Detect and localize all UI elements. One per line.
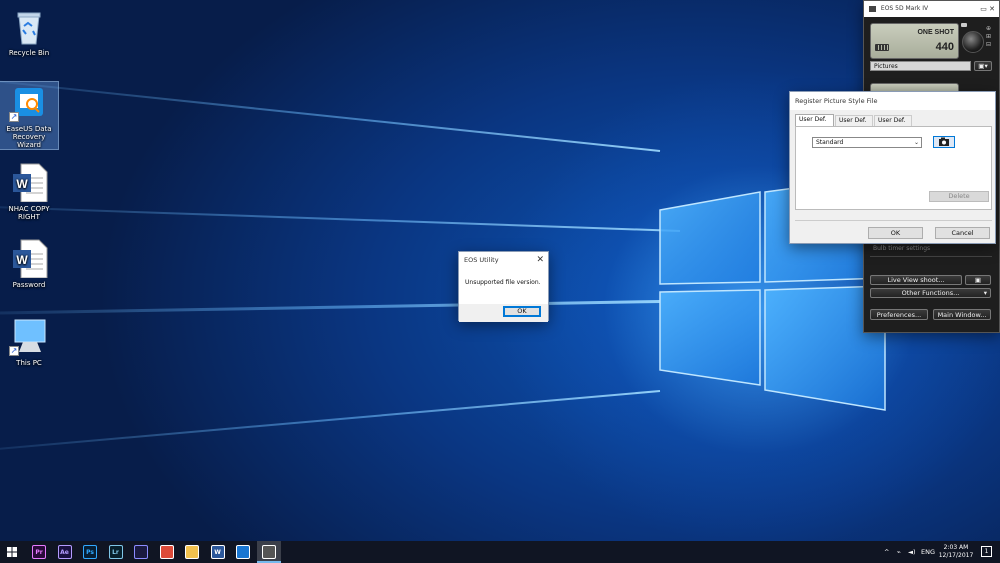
af-mode: ONE SHOT: [917, 29, 954, 36]
chevron-down-icon: ⌄: [913, 139, 919, 146]
camera-settings-icon[interactable]: ▣▾: [974, 61, 992, 71]
camera-lcd: ONE SHOT 440: [870, 23, 959, 59]
dialog-message: Unsupported file version.: [465, 279, 541, 286]
battery-icon: [875, 44, 889, 51]
eos-utility-dialog: EOS Utility ✕ Unsupported file version. …: [458, 251, 549, 322]
dialog-footer: OK: [459, 304, 548, 322]
media-encoder-icon[interactable]: [134, 545, 148, 559]
recycle-bin-icon: [9, 6, 49, 46]
shots-remaining: 440: [935, 41, 954, 53]
register-picture-style-dialog: Register Picture Style File User Def. 1 …: [789, 91, 996, 244]
clock-date: 12/17/2017: [938, 552, 974, 559]
wallpaper-beam: [0, 70, 661, 152]
tab-user-def-3[interactable]: User Def. 3: [874, 115, 912, 134]
tray-chevron-icon[interactable]: ^: [884, 541, 889, 563]
desktop-icon-label: This PC: [16, 359, 42, 367]
file-explorer-icon[interactable]: [185, 545, 199, 559]
action-center-icon[interactable]: 1: [981, 546, 992, 557]
camera-panel-title: EOS 5D Mark IV: [880, 5, 929, 12]
window-controls[interactable]: ▭ ✕: [980, 1, 995, 17]
ok-button[interactable]: OK: [503, 306, 541, 317]
premiere-icon[interactable]: Pr: [32, 545, 46, 559]
camera-icon: [869, 5, 876, 12]
desktop-icon-easeus[interactable]: ↗ EaseUS Data Recovery Wizard: [0, 81, 59, 150]
photoshop-icon[interactable]: Ps: [83, 545, 97, 559]
shortcut-arrow-icon: ↗: [9, 346, 19, 356]
mode-indicator-icon: [961, 23, 967, 27]
desktop-icon-password[interactable]: W Password: [0, 238, 58, 289]
easeus-data-recovery-icon: ↗: [9, 82, 49, 122]
live-view-shoot-button[interactable]: Live View shoot...: [870, 275, 962, 285]
chevron-down-icon: ▾: [983, 289, 987, 297]
camera-panel-titlebar: EOS 5D Mark IV ▭ ✕: [864, 1, 999, 17]
dialog-title: Register Picture Style File: [795, 97, 878, 105]
bulb-timer-settings[interactable]: Bulb timer settings: [870, 244, 992, 254]
main-window-button[interactable]: Main Window...: [933, 309, 991, 320]
camera-dial[interactable]: [962, 31, 984, 53]
dialog-body: Unsupported file version.: [459, 268, 548, 304]
divider: [870, 256, 992, 266]
desktop-icon-label: Recycle Bin: [8, 49, 50, 57]
preferences-button[interactable]: Preferences...: [870, 309, 928, 320]
desktop-icon-label: NHAC COPY RIGHT: [8, 205, 50, 221]
tab-user-def-2[interactable]: User Def. 2: [835, 115, 873, 134]
shortcut-arrow-icon: ↗: [9, 112, 19, 122]
picture-style-select[interactable]: Standard ⌄: [812, 137, 922, 148]
language-indicator[interactable]: ENG: [921, 541, 935, 563]
cancel-button[interactable]: Cancel: [935, 227, 990, 239]
dialog-title: EOS Utility: [464, 256, 499, 264]
svg-text:W: W: [16, 253, 28, 267]
ok-button[interactable]: OK: [868, 227, 923, 239]
tab-user-def-1[interactable]: User Def. 1: [795, 114, 834, 133]
close-icon[interactable]: ✕: [536, 252, 544, 268]
after-effects-icon[interactable]: Ae: [57, 545, 72, 559]
divider: [795, 220, 992, 221]
other-functions-label: Other Functions...: [901, 289, 960, 297]
chrome-icon[interactable]: [159, 545, 174, 559]
desktop-icon-label: EaseUS Data Recovery Wizard: [6, 125, 52, 149]
wallpaper-beam: [0, 390, 661, 459]
wallpaper-beam: [0, 202, 681, 232]
easeus-icon[interactable]: [236, 545, 250, 559]
open-file-button[interactable]: [933, 136, 955, 148]
volume-icon[interactable]: ◄): [908, 541, 916, 563]
desktop-icon-recycle-bin[interactable]: Recycle Bin: [0, 6, 58, 57]
desktop-icon-this-pc[interactable]: ↗ This PC: [0, 316, 58, 367]
other-functions-button[interactable]: Other Functions... ▾: [870, 288, 991, 298]
eos-utility-icon[interactable]: [261, 545, 276, 559]
network-icon[interactable]: ⌁: [897, 541, 901, 563]
word-document-icon: W: [9, 238, 49, 279]
delete-button[interactable]: Delete: [929, 191, 989, 202]
clock[interactable]: 2:03 AM 12/17/2017: [936, 544, 976, 560]
svg-text:W: W: [16, 177, 28, 191]
lightroom-icon[interactable]: Lr: [108, 545, 123, 559]
camera-folder-icon: [939, 137, 949, 146]
start-button[interactable]: [7, 547, 17, 557]
windows-start-icon: [7, 547, 17, 557]
word-document-icon: W: [9, 162, 49, 203]
pictures-field[interactable]: Pictures: [870, 61, 971, 71]
notification-count: 1: [984, 548, 989, 555]
taskbar: Pr Ae Ps Lr W ^ ⌁ ◄) ENG 2:03 AM 12/17/2017 …: [0, 541, 1000, 563]
wallpaper-beam: [0, 300, 661, 317]
word-icon[interactable]: W: [210, 545, 225, 559]
desktop-icon-nhac-copy-right[interactable]: W NHAC COPY RIGHT: [0, 162, 58, 221]
dialog-titlebar: EOS Utility ✕: [459, 252, 548, 268]
live-view-camera-icon[interactable]: ▣: [965, 275, 991, 285]
computer-icon: ↗: [9, 316, 49, 356]
picture-style-value: Standard: [816, 139, 844, 146]
side-controls-icon[interactable]: ⊕ ⊞ ⊟: [986, 25, 994, 51]
desktop-icon-label: Password: [12, 281, 46, 289]
dialog-titlebar: Register Picture Style File: [790, 92, 995, 110]
tab-panel: Standard ⌄ Delete: [795, 126, 992, 210]
clock-time: 2:03 AM: [943, 544, 969, 551]
